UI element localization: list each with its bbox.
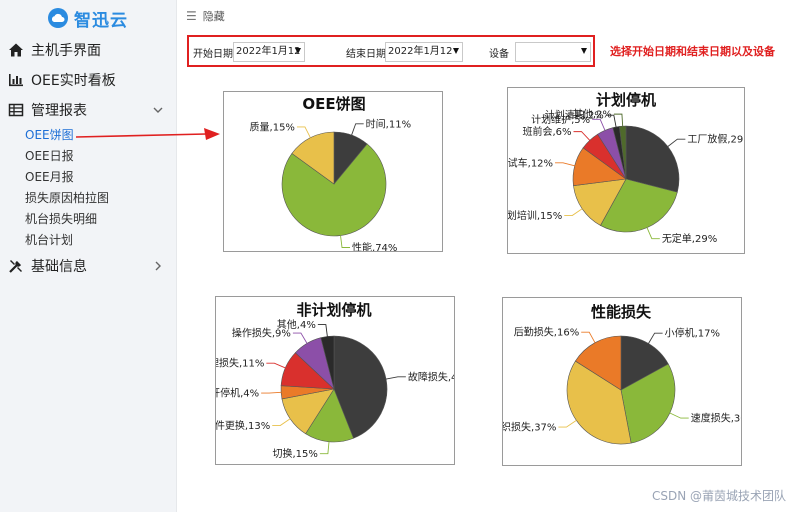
oee-pie-chart: OEE饼图时间,11% 性能,74% 质量,15% bbox=[250, 95, 412, 252]
cloud-logo-icon bbox=[48, 8, 68, 28]
watermark-text: CSDN @莆茵城技术团队 bbox=[651, 489, 786, 503]
slice-label: 织损失,37% bbox=[503, 421, 556, 434]
sidebar-item-basic-info[interactable]: 基础信息 bbox=[0, 252, 177, 280]
slice-leader-line bbox=[385, 376, 406, 380]
slice-leader-line bbox=[558, 419, 577, 428]
slice-leader-line bbox=[261, 391, 282, 394]
slice-label: 切换,15% bbox=[272, 447, 317, 460]
slice-label: 质量,15% bbox=[250, 121, 295, 133]
sidebar-item-label: 基础信息 bbox=[31, 259, 87, 275]
sidebar-subitem-oee-daily[interactable]: OEE日报 bbox=[25, 147, 74, 165]
end-date-label: 结束日期 bbox=[346, 49, 386, 60]
slice-leader-line bbox=[669, 412, 689, 419]
slice-leader-line bbox=[317, 324, 328, 337]
slice-leader-line bbox=[667, 138, 686, 147]
slice-leader-line bbox=[573, 131, 591, 141]
sidebar-item-oee-realtime[interactable]: OEE实时看板 bbox=[0, 66, 177, 94]
caret-down-icon bbox=[295, 48, 301, 54]
device-select[interactable] bbox=[515, 42, 591, 62]
bar-chart-icon bbox=[8, 72, 24, 88]
sidebar-subitem-machine-loss[interactable]: 机台损失明细 bbox=[25, 210, 97, 228]
chart-panel-planned-downtime: 计划停机 工厂放假,29 无定单,29% 划培训,15% 试车,12% 班前会,6% 计划维… bbox=[507, 87, 745, 254]
chart-panel-unplanned-downtime: 非计划停机故障损失,4切换,15%件更换,13%开停机,4%理损失,11%操作损… bbox=[215, 296, 455, 465]
slice-leader-line bbox=[351, 123, 364, 136]
slice-leader-line bbox=[555, 162, 575, 167]
sidebar-item-reports[interactable]: 管理报表 bbox=[0, 96, 177, 124]
slice-leader-line bbox=[564, 208, 583, 216]
slice-label: 故障损失,4 bbox=[408, 370, 455, 383]
end-date-value: 2022年1月12 bbox=[388, 46, 453, 57]
slice-label: 理损失,11% bbox=[216, 357, 264, 370]
sidebar-item-home[interactable]: 主机手界面 bbox=[0, 36, 177, 64]
slice-leader-line bbox=[648, 332, 663, 344]
start-date-picker[interactable]: 2022年1月12 bbox=[233, 42, 305, 62]
device-label: 设备 bbox=[489, 49, 509, 60]
sidebar-subitem-oee-pie[interactable]: OEE饼图 bbox=[25, 126, 74, 144]
slice-leader-line bbox=[272, 418, 291, 426]
slice-leader-line bbox=[319, 441, 330, 455]
hamburger-icon[interactable]: ☰ bbox=[186, 9, 197, 23]
slice-label: 时间,11% bbox=[366, 117, 411, 130]
slice-label: 划培训,15% bbox=[508, 209, 562, 222]
sidebar-subitem-oee-monthly[interactable]: OEE月报 bbox=[25, 168, 74, 186]
unplanned-downtime-pie-chart: 非计划停机故障损失,4切换,15%件更换,13%开停机,4%理损失,11%操作损… bbox=[216, 301, 455, 460]
slice-label: 开停机,4% bbox=[216, 387, 259, 400]
slice-leader-line bbox=[266, 362, 286, 369]
top-bar: ☰ 隐藏 bbox=[178, 0, 800, 32]
caret-down-icon bbox=[581, 48, 587, 54]
brand-name: 智迅云 bbox=[74, 10, 128, 31]
slice-label: 后勤损失,16% bbox=[514, 326, 579, 339]
sidebar: 智迅云 主机手界面 OEE实时看板 管理报表 OEE饼图 OEE日报 OEE月报… bbox=[0, 0, 177, 512]
sidebar-item-label: 主机手界面 bbox=[31, 43, 101, 59]
caret-down-icon bbox=[453, 48, 459, 54]
start-date-value: 2022年1月12 bbox=[236, 46, 301, 57]
sidebar-item-label: OEE实时看板 bbox=[31, 73, 116, 89]
slice-label: 无定单,29% bbox=[662, 232, 717, 245]
chevron-down-icon bbox=[151, 103, 165, 117]
sidebar-subitem-machine-plan[interactable]: 机台计划 bbox=[25, 231, 73, 249]
chart-panel-performance-loss: 性能损失 小停机,17% 速度损失,30 织损失,37% 后勤损失,16% bbox=[502, 297, 742, 466]
filter-bar: 开始日期 2022年1月12 结束日期 2022年1月12 设备 bbox=[187, 35, 595, 67]
slice-leader-line bbox=[292, 332, 308, 344]
chart-panel-oee: OEE饼图 时间,11% 性能,74% 质量,15% bbox=[223, 91, 443, 252]
brand-logo[interactable]: 智迅云 bbox=[0, 0, 176, 36]
sidebar-subitem-loss-pareto[interactable]: 损失原因柏拉图 bbox=[25, 189, 109, 207]
chart-title: 非计划停机 bbox=[296, 301, 371, 319]
slice-leader-line bbox=[340, 235, 351, 248]
slice-label: 试车,12% bbox=[508, 156, 553, 169]
slice-leader-line bbox=[296, 126, 311, 138]
performance-loss-pie-chart: 性能损失小停机,17% 速度损失,30 织损失,37% 后勤损失,16% bbox=[503, 303, 742, 445]
chevron-right-icon bbox=[151, 259, 165, 273]
slice-label: 速度损失,30 bbox=[691, 412, 742, 425]
slice-label: 件更换,13% bbox=[216, 419, 270, 432]
chart-title: OEE饼图 bbox=[302, 95, 365, 113]
chart-title: 性能损失 bbox=[591, 303, 652, 321]
toggle-sidebar-link[interactable]: 隐藏 bbox=[203, 8, 225, 24]
slice-label: 班前会,6% bbox=[522, 125, 571, 138]
chart-title: 计划停机 bbox=[596, 91, 656, 109]
end-date-picker[interactable]: 2022年1月12 bbox=[385, 42, 463, 62]
slice-label: 工厂放假,29 bbox=[687, 133, 743, 146]
home-icon bbox=[8, 42, 24, 58]
slice-label: 其他,4% bbox=[277, 318, 316, 331]
sidebar-item-label: 管理报表 bbox=[31, 103, 87, 119]
slice-label: 小停机,17% bbox=[665, 327, 720, 340]
slice-leader-line bbox=[581, 331, 596, 343]
slice-label: 性能,74% bbox=[352, 241, 397, 252]
planned-downtime-pie-chart: 计划停机工厂放假,29无定单,29%划培训,15%试车,12%班前会,6%计划维… bbox=[508, 91, 743, 245]
table-icon bbox=[8, 102, 24, 118]
slice-label: 其他,2% bbox=[573, 108, 612, 121]
tools-icon bbox=[8, 258, 24, 274]
slice-leader-line bbox=[646, 227, 660, 240]
annotation-text: 选择开始日期和结束日期以及设备 bbox=[610, 45, 775, 58]
start-date-label: 开始日期 bbox=[193, 49, 233, 60]
pointer-arrow-icon bbox=[75, 128, 220, 140]
